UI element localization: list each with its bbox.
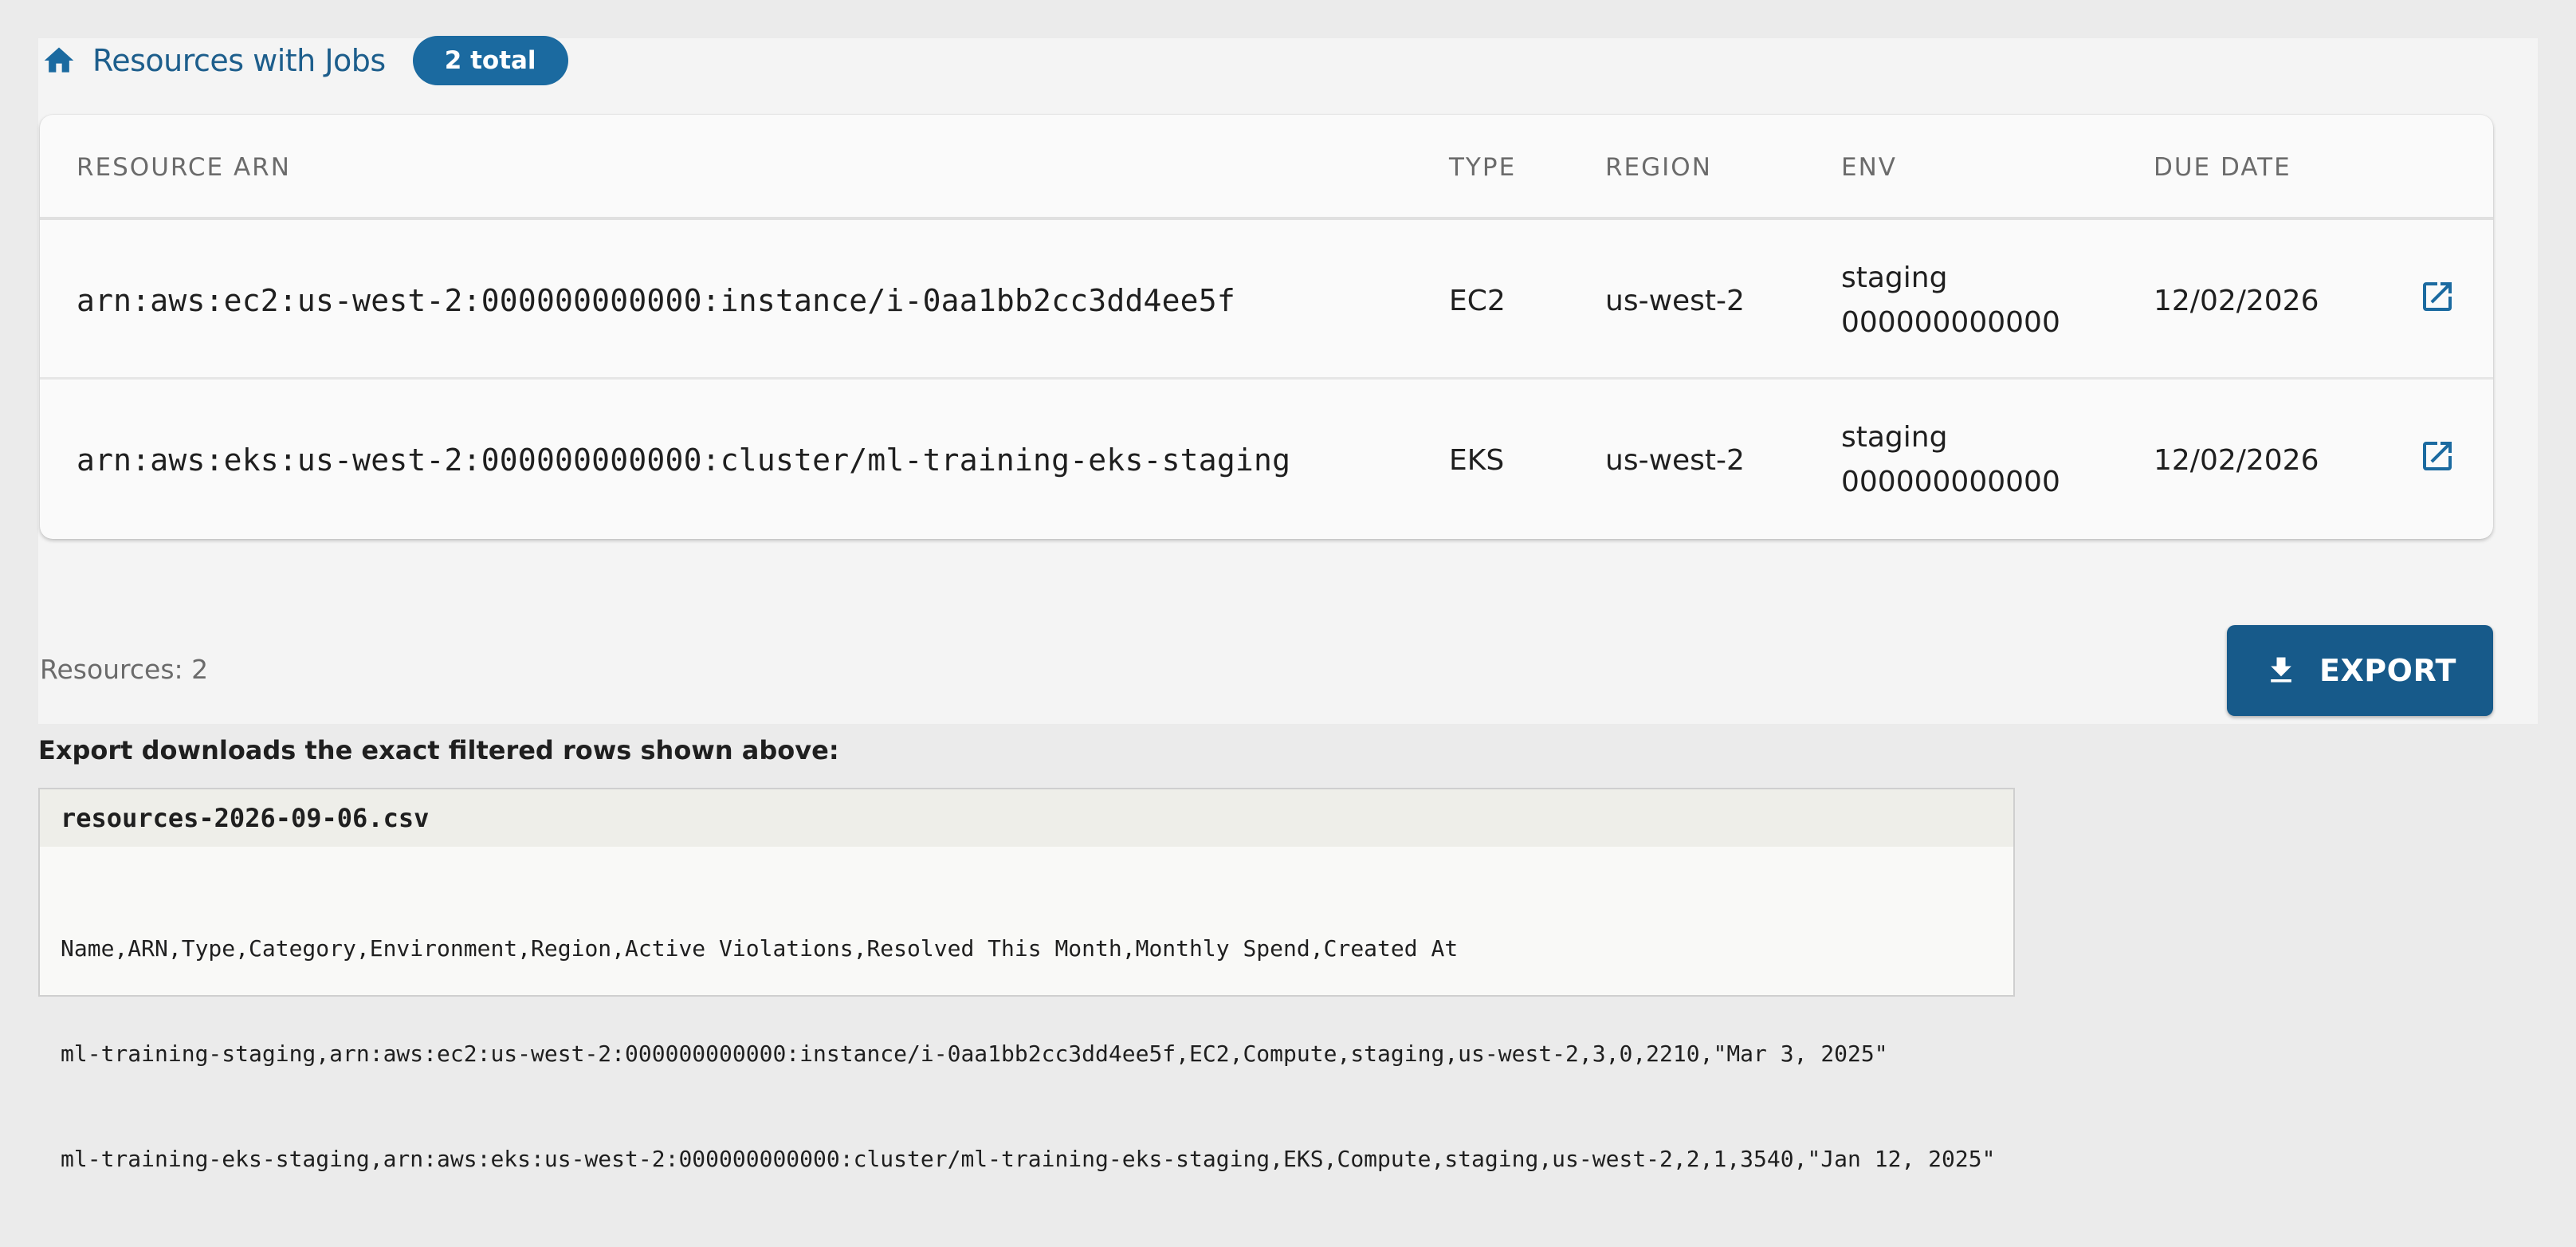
column-header-resource-arn[interactable]: RESOURCE ARN bbox=[77, 115, 291, 220]
env-account: 000000000000 bbox=[1841, 466, 2060, 498]
export-button[interactable]: EXPORT bbox=[2227, 625, 2493, 716]
resource-arn-cell: arn:aws:ec2:us-west-2:000000000000:insta… bbox=[77, 283, 1235, 318]
type-cell: EKS bbox=[1449, 443, 1505, 477]
env-account: 000000000000 bbox=[1841, 306, 2060, 339]
type-cell: EC2 bbox=[1449, 284, 1506, 317]
open-in-new-icon[interactable] bbox=[2418, 277, 2456, 316]
table-row[interactable]: arn:aws:eks:us-west-2:000000000000:clust… bbox=[40, 381, 2493, 539]
column-header-region[interactable]: REGION bbox=[1605, 115, 1712, 220]
resource-arn-cell: arn:aws:eks:us-west-2:000000000000:clust… bbox=[77, 443, 1291, 478]
open-in-new-icon[interactable] bbox=[2418, 437, 2456, 475]
column-header-type[interactable]: TYPE bbox=[1449, 115, 1516, 220]
column-header-env[interactable]: ENV bbox=[1841, 115, 1897, 220]
export-label: EXPORT bbox=[2319, 653, 2456, 688]
export-note: Export downloads the exact filtered rows… bbox=[38, 735, 839, 765]
due-date-cell: 12/02/2026 bbox=[2154, 284, 2319, 317]
region-cell: us-west-2 bbox=[1605, 443, 1745, 477]
home-icon[interactable] bbox=[41, 43, 77, 78]
csv-line: ml-training-staging,arn:aws:ec2:us-west-… bbox=[61, 1040, 1888, 1067]
download-icon bbox=[2264, 653, 2299, 688]
csv-line: ml-training-eks-staging,arn:aws:eks:us-w… bbox=[61, 1146, 1996, 1172]
resources-count: Resources: 2 bbox=[40, 654, 209, 685]
page-title[interactable]: Resources with Jobs bbox=[92, 43, 386, 78]
due-date-cell: 12/02/2026 bbox=[2154, 443, 2319, 477]
resources-table: RESOURCE ARN TYPE REGION ENV DUE DATE ar… bbox=[40, 115, 2493, 539]
env-cell: staging 000000000000 bbox=[1841, 381, 2060, 539]
env-name: staging bbox=[1841, 421, 1948, 454]
total-count-badge: 2 total bbox=[412, 36, 568, 85]
csv-filename: resources-2026-09-06.csv bbox=[40, 789, 2013, 847]
region-cell: us-west-2 bbox=[1605, 284, 1745, 317]
resources-panel: Resources with Jobs 2 total RESOURCE ARN… bbox=[38, 35, 2538, 724]
table-header-row: RESOURCE ARN TYPE REGION ENV DUE DATE bbox=[40, 115, 2493, 220]
table-row[interactable]: arn:aws:ec2:us-west-2:000000000000:insta… bbox=[40, 222, 2493, 380]
csv-preview: resources-2026-09-06.csv Name,ARN,Type,C… bbox=[38, 788, 2015, 1172]
csv-content: Name,ARN,Type,Category,Environment,Regio… bbox=[40, 847, 2013, 1247]
breadcrumb: Resources with Jobs 2 total bbox=[41, 35, 568, 86]
env-cell: staging 000000000000 bbox=[1841, 222, 2060, 380]
env-name: staging bbox=[1841, 262, 1948, 294]
column-header-due-date[interactable]: DUE DATE bbox=[2154, 115, 2291, 220]
csv-line: Name,ARN,Type,Category,Environment,Regio… bbox=[61, 935, 1459, 962]
